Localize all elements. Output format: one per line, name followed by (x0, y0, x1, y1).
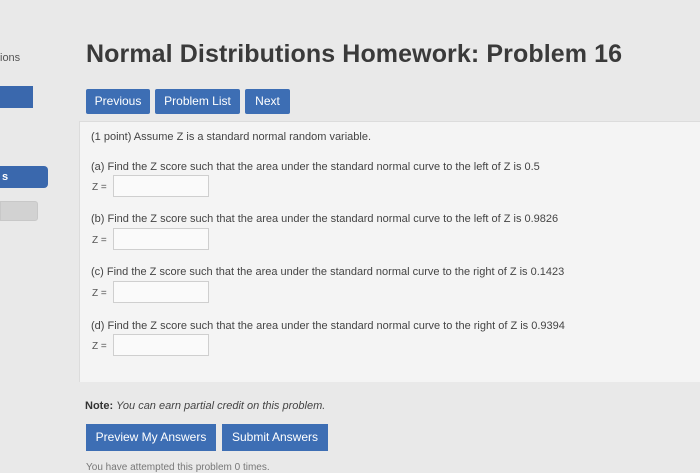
answer-input-c[interactable] (113, 281, 209, 303)
page-title: Normal Distributions Homework: Problem 1… (86, 40, 623, 68)
sidebar-input[interactable] (0, 201, 38, 221)
answer-input-a[interactable] (113, 175, 209, 197)
attempts-text: You have attempted this problem 0 times. (86, 462, 270, 473)
question-c: (c) Find the Z score such that the area … (91, 266, 565, 278)
z-label-d: Z = (92, 341, 107, 352)
question-d: (d) Find the Z score such that the area … (91, 320, 565, 332)
note-label: Note: (85, 400, 114, 412)
z-label-c: Z = (92, 288, 107, 299)
sidebar-item-active[interactable]: s (0, 166, 48, 188)
problem-list-button[interactable]: Problem List (155, 89, 240, 114)
preview-answers-button[interactable]: Preview My Answers (86, 424, 216, 451)
partial-credit-note: Note: You can earn partial credit on thi… (85, 400, 325, 412)
submit-answers-button[interactable]: Submit Answers (222, 424, 328, 451)
note-text: You can earn partial credit on this prob… (116, 400, 326, 412)
answer-input-d[interactable] (113, 334, 209, 356)
problem-intro: (1 point) Assume Z is a standard normal … (91, 131, 372, 143)
answer-input-b[interactable] (113, 228, 209, 250)
z-label-a: Z = (92, 182, 107, 193)
sidebar-item[interactable] (0, 86, 33, 108)
z-label-b: Z = (92, 235, 107, 246)
question-b: (b) Find the Z score such that the area … (91, 213, 559, 225)
question-a: (a) Find the Z score such that the area … (91, 161, 540, 173)
sidebar-item-label: s (2, 171, 9, 183)
previous-button[interactable]: Previous (86, 89, 150, 114)
sidebar-label: ions (0, 52, 21, 64)
next-button[interactable]: Next (245, 89, 290, 114)
